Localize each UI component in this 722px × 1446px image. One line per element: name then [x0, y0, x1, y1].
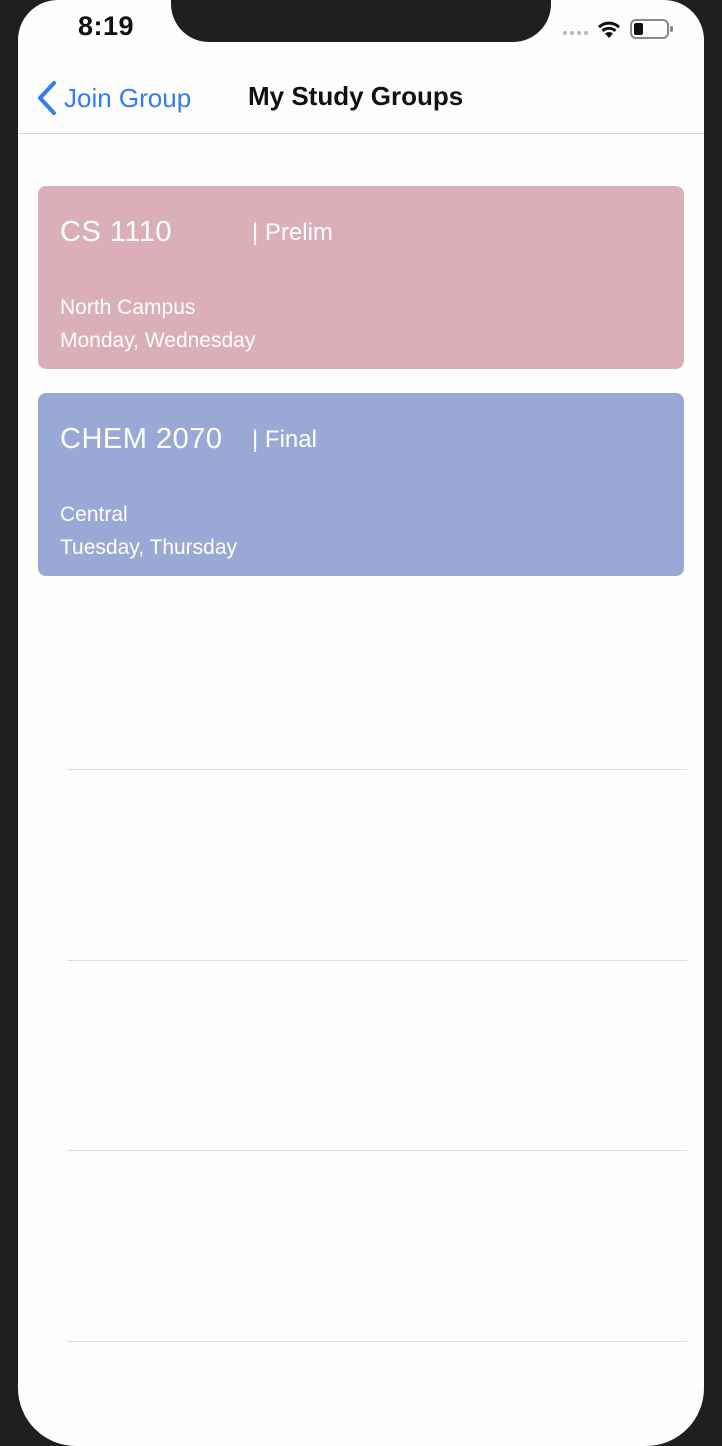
list-separator: [67, 1341, 687, 1342]
card-days: Tuesday, Thursday: [60, 536, 238, 559]
screen-corner-left: [18, 0, 98, 80]
status-time: 8:19: [78, 11, 135, 41]
study-group-card-chem2070[interactable]: CHEM 2070 | Final Central Tuesday, Thurs…: [38, 393, 684, 576]
join-group-back-button[interactable]: Join Group: [36, 78, 191, 118]
card-exam-type: | Prelim: [252, 219, 333, 246]
notch: [171, 0, 551, 42]
study-group-card-cs1110[interactable]: CS 1110 | Prelim North Campus Monday, We…: [38, 186, 684, 369]
card-days: Monday, Wednesday: [60, 329, 256, 352]
screen: 8:19 Join Group My Study Groups CS 1110 …: [18, 0, 704, 1446]
card-location: North Campus: [60, 296, 196, 319]
phone-bezel: 8:19 Join Group My Study Groups CS 1110 …: [0, 0, 722, 1446]
list-separator: [67, 769, 687, 770]
status-icons: [563, 14, 674, 44]
signal-dots-icon: [563, 31, 588, 35]
list-separator: [67, 1150, 687, 1151]
card-exam-type: | Final: [252, 426, 317, 453]
page-title: My Study Groups: [248, 81, 464, 111]
chevron-left-icon: [38, 81, 56, 115]
navigation-bar: Join Group My Study Groups: [18, 60, 704, 134]
card-course: CHEM 2070: [60, 423, 223, 455]
card-course: CS 1110: [60, 216, 173, 248]
wifi-icon: [598, 21, 620, 38]
card-location: Central: [60, 503, 128, 526]
back-button-label: Join Group: [64, 82, 192, 113]
battery-icon: [630, 19, 673, 39]
list-separator: [67, 960, 687, 961]
